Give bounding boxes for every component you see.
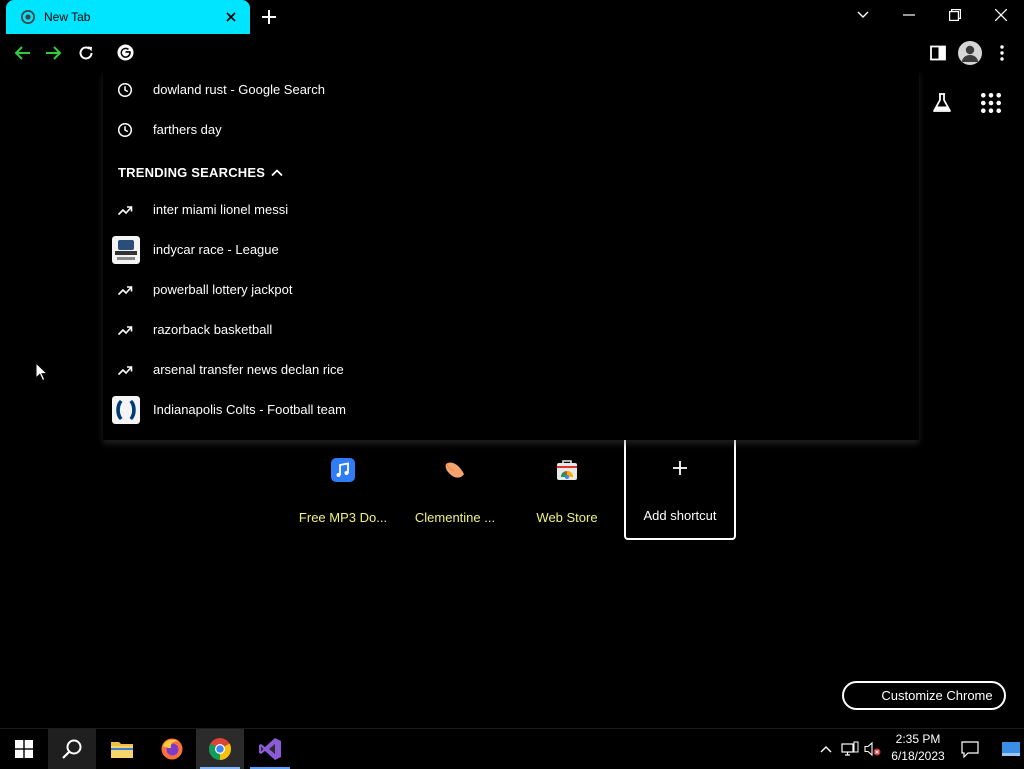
shortcut-label: Add shortcut <box>643 508 717 523</box>
trending-up-icon <box>117 326 133 336</box>
new-tab-plus-icon[interactable] <box>260 8 278 26</box>
windows-taskbar: 2:35 PM 6/18/2023 <box>0 728 1024 769</box>
taskbar-chrome[interactable] <box>196 729 244 769</box>
tab-strip: New Tab <box>0 0 1024 34</box>
taskbar-visual-studio[interactable] <box>246 729 294 769</box>
trending-up-icon <box>117 206 133 216</box>
suggestion-trending-item[interactable]: inter miami lionel messi <box>103 190 919 230</box>
close-window-icon[interactable] <box>978 0 1024 30</box>
music-note-icon <box>331 458 355 482</box>
side-panel-icon[interactable] <box>927 42 949 64</box>
back-arrow-icon[interactable] <box>11 42 33 64</box>
shortcut-web-store[interactable]: Web Store <box>511 438 623 540</box>
suggestion-text: indycar race - League <box>153 242 279 257</box>
suggestion-text: powerball lottery jackpot <box>153 282 293 297</box>
web-store-icon <box>557 460 577 480</box>
forward-arrow-icon[interactable] <box>43 42 65 64</box>
chrome-favicon-icon <box>21 10 35 24</box>
labs-flask-icon[interactable] <box>931 92 953 114</box>
taskbar-search-button[interactable] <box>48 729 96 769</box>
trending-searches-header: TRENDING SEARCHES <box>118 165 266 180</box>
suggestion-text: inter miami lionel messi <box>153 202 289 217</box>
reload-icon[interactable] <box>75 42 97 64</box>
suggestion-trending-item[interactable]: arsenal transfer news declan rice <box>103 350 919 390</box>
plus-icon <box>673 461 687 475</box>
suggestion-trending-item[interactable]: indycar race - League <box>103 230 919 270</box>
indycar-logo-icon <box>112 236 140 264</box>
taskbar-file-explorer[interactable] <box>98 729 146 769</box>
chevron-up-icon[interactable] <box>270 166 284 180</box>
google-g-icon <box>117 44 134 61</box>
clock-time: 2:35 PM <box>895 732 941 746</box>
mouse-pointer-icon <box>35 362 49 382</box>
trending-up-icon <box>117 366 133 376</box>
suggestion-history-item[interactable]: farthers day <box>103 110 919 150</box>
trending-up-icon <box>117 286 133 296</box>
show-hidden-icons-chevron-icon[interactable] <box>815 729 837 769</box>
suggestion-text: farthers day <box>153 122 222 137</box>
clementine-icon <box>445 462 464 478</box>
suggestion-trending-item[interactable]: powerball lottery jackpot <box>103 270 919 310</box>
tab-search-chevron-icon[interactable] <box>840 0 886 30</box>
visual-studio-icon <box>259 738 281 760</box>
clock-icon <box>117 122 133 138</box>
shortcut-label: Clementine ... <box>414 510 496 525</box>
search-icon <box>62 739 82 759</box>
customize-chrome-button[interactable]: Customize Chrome <box>842 681 1006 710</box>
suggestion-text: Indianapolis Colts - Football team <box>153 402 346 417</box>
taskbar-firefox[interactable] <box>148 729 196 769</box>
volume-muted-icon[interactable] <box>862 729 884 769</box>
suggestion-trending-item[interactable]: Indianapolis Colts - Football team <box>103 390 919 430</box>
profile-avatar-icon[interactable] <box>958 41 982 65</box>
windows-logo-icon <box>15 740 33 758</box>
network-icon[interactable] <box>839 729 861 769</box>
tab-new-tab[interactable]: New Tab <box>6 0 250 34</box>
suggestion-text: razorback basketball <box>153 322 273 337</box>
close-tab-icon[interactable] <box>224 10 238 24</box>
action-center-icon[interactable] <box>955 729 985 769</box>
chrome-icon <box>209 738 231 760</box>
suggestion-text: arsenal transfer news declan rice <box>153 362 344 377</box>
show-desktop-icon[interactable] <box>998 729 1024 769</box>
omnibox-suggestions-dropdown: dowland rust - Google Search farthers da… <box>103 70 919 440</box>
suggestion-text: dowland rust - Google Search <box>153 82 325 97</box>
shortcut-free-mp3[interactable]: Free MP3 Do... <box>287 438 399 540</box>
tab-title: New Tab <box>44 10 91 24</box>
suggestion-trending-item[interactable]: razorback basketball <box>103 310 919 350</box>
folder-icon <box>111 742 133 758</box>
start-button[interactable] <box>0 729 48 769</box>
shortcut-clementine[interactable]: Clementine ... <box>399 438 511 540</box>
google-apps-grid-icon[interactable] <box>980 92 1002 114</box>
taskbar-clock[interactable]: 2:35 PM 6/18/2023 <box>888 731 948 765</box>
clock-icon <box>117 82 133 98</box>
shortcut-label: Free MP3 Do... <box>298 510 388 525</box>
minimize-icon[interactable] <box>886 0 932 30</box>
restore-icon[interactable] <box>932 0 978 30</box>
clock-date: 6/18/2023 <box>891 749 945 763</box>
add-shortcut-button[interactable]: Add shortcut <box>624 438 736 540</box>
more-menu-icon[interactable] <box>991 42 1013 64</box>
shortcut-label: Web Store <box>536 510 598 525</box>
toolbar <box>0 34 1024 72</box>
firefox-icon <box>161 738 183 760</box>
colts-horseshoe-icon <box>112 396 140 424</box>
customize-chrome-label: Customize Chrome <box>881 688 993 703</box>
suggestion-history-item[interactable]: dowland rust - Google Search <box>103 70 919 110</box>
